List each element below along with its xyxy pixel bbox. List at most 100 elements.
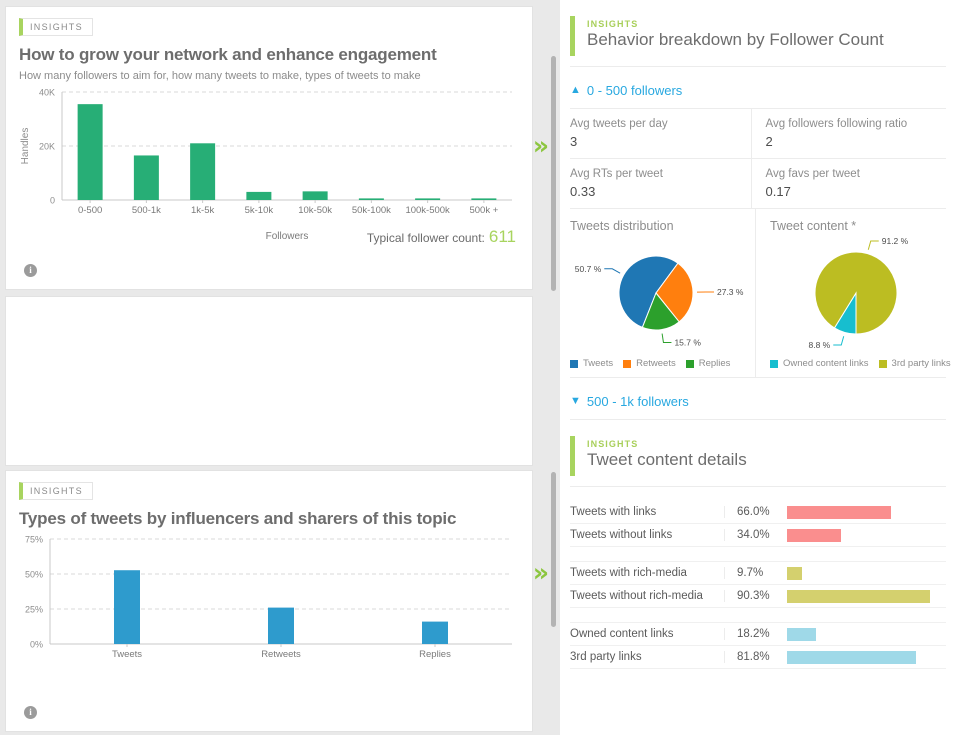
row-bar-fill bbox=[787, 505, 892, 519]
scrollbar-thumb-bottom[interactable] bbox=[551, 472, 556, 627]
pie-legend: Owned content links 3rd party links bbox=[770, 358, 955, 369]
table-row: Tweets with rich-media 9.7% bbox=[570, 562, 946, 585]
typical-follower-count-label: Typical follower count: bbox=[366, 231, 485, 245]
svg-text:Replies: Replies bbox=[419, 649, 451, 660]
legend-item[interactable]: Tweets bbox=[570, 358, 613, 369]
info-icon[interactable]: i bbox=[24, 706, 37, 719]
pie-tweets-distribution: Tweets distribution 50.7 % 27.3 % 15.7 % T… bbox=[570, 209, 755, 377]
table-row: Tweets without rich-media 90.3% bbox=[570, 585, 946, 608]
table-row: Avg tweets per day 3 Avg followers follo… bbox=[570, 109, 946, 159]
legend-label: Tweets bbox=[583, 358, 614, 369]
panel-title: Tweet content details bbox=[587, 450, 747, 469]
svg-text:15.7 %: 15.7 % bbox=[674, 337, 701, 347]
metric-label: Avg RTs per tweet bbox=[570, 168, 663, 180]
panel-header-behavior-breakdown: INSIGHTS Behavior breakdown by Follower … bbox=[570, 16, 946, 56]
insight-card-grow-network[interactable]: INSIGHTS How to grow your network and en… bbox=[5, 6, 533, 290]
svg-text:10k-50k: 10k-50k bbox=[298, 205, 332, 216]
tweet-types-bar-chart: 0% 25% 50% 75% Tweets Retweets Replies bbox=[6, 529, 532, 677]
legend-swatch bbox=[878, 359, 887, 368]
svg-text:50k-100k: 50k-100k bbox=[352, 205, 391, 216]
card-subtitle: How many followers to aim for, how many … bbox=[19, 70, 421, 82]
panel-title: Behavior breakdown by Follower Count bbox=[587, 30, 884, 49]
accordion-500-1k-followers[interactable]: ▼ 500 - 1k followers bbox=[570, 394, 946, 409]
metric-value: 3 bbox=[570, 134, 578, 149]
insight-card-tweet-types[interactable]: INSIGHTS Types of tweets by influencers … bbox=[5, 470, 533, 732]
metric-value: 0.17 bbox=[765, 184, 791, 199]
metric-avg-favs-per-tweet: Avg favs per tweet 0.17 bbox=[750, 159, 947, 208]
row-bar-fill bbox=[787, 627, 816, 641]
row-bar-fill bbox=[787, 528, 841, 542]
legend-label: Replies bbox=[698, 358, 731, 369]
metric-value: 0.33 bbox=[570, 184, 596, 199]
svg-text:20K: 20K bbox=[39, 142, 55, 152]
tweets-distribution-pie-svg: 50.7 % 27.3 % 15.7 % bbox=[575, 255, 744, 347]
typical-follower-count-value: 611 bbox=[488, 227, 516, 246]
legend-item[interactable]: 3rd party links bbox=[878, 358, 951, 369]
pie-title: Tweet content * bbox=[770, 219, 857, 233]
legend-swatch bbox=[570, 359, 578, 368]
legend-label: Owned content links bbox=[783, 358, 869, 369]
row-bar-fill bbox=[787, 650, 917, 664]
divider bbox=[570, 419, 946, 420]
accordion-label: 0 - 500 followers bbox=[586, 83, 683, 98]
svg-text:500-1k: 500-1k bbox=[132, 205, 161, 216]
row-label: Owned content links bbox=[570, 628, 725, 640]
row-percent: 81.8% bbox=[737, 651, 770, 663]
row-bar-track bbox=[787, 562, 946, 585]
table-group-spacer bbox=[570, 547, 946, 562]
card-title: How to grow your network and enhance eng… bbox=[19, 45, 437, 64]
legend-item[interactable]: Replies bbox=[685, 358, 731, 369]
metric-label: Avg favs per tweet bbox=[765, 168, 860, 180]
row-bar-track bbox=[787, 524, 946, 547]
tweet-types-bar-chart-svg: 0% 25% 50% 75% Tweets Retweets Replies bbox=[25, 535, 512, 660]
table-row: Avg RTs per tweet 0.33 Avg favs per twee… bbox=[570, 159, 946, 209]
svg-text:8.8 %: 8.8 % bbox=[809, 340, 831, 350]
metric-value: 2 bbox=[765, 134, 773, 149]
tweet-content-pie-svg: 8.8 % 91.2 % bbox=[809, 236, 909, 350]
legend-label: Retweets bbox=[636, 358, 676, 369]
svg-text:50%: 50% bbox=[25, 570, 43, 580]
svg-text:0: 0 bbox=[50, 196, 55, 206]
pie-legend: Tweets Retweets Replies bbox=[570, 358, 755, 369]
insights-badge: INSIGHTS bbox=[19, 482, 93, 500]
legend-item[interactable]: Retweets bbox=[623, 358, 676, 369]
right-detail-column: INSIGHTS Behavior breakdown by Follower … bbox=[560, 0, 960, 735]
insights-kicker: INSIGHTS bbox=[587, 439, 639, 449]
legend-swatch bbox=[685, 359, 694, 368]
row-label: Tweets with links bbox=[570, 506, 725, 518]
metrics-table: Avg tweets per day 3 Avg followers follo… bbox=[570, 108, 946, 209]
row-label: Tweets with rich-media bbox=[570, 567, 725, 579]
row-label: Tweets without rich-media bbox=[570, 590, 725, 602]
metric-label: Avg tweets per day bbox=[570, 118, 668, 130]
row-bar-track bbox=[787, 623, 946, 646]
accordion-0-500-followers[interactable]: ▲ 0 - 500 followers bbox=[570, 83, 946, 98]
insight-card-placeholder[interactable] bbox=[5, 296, 533, 466]
divider bbox=[570, 486, 946, 487]
table-row: 3rd party links 81.8% bbox=[570, 646, 946, 669]
followers-bar-chart: 0 20K 40K 0-500 500-1k 1k-5k 5k-10k 10k-50k 50k-… bbox=[6, 82, 532, 245]
metric-avg-followers-following-ratio: Avg followers following ratio 2 bbox=[750, 109, 947, 158]
left-insights-column: INSIGHTS How to grow your network and en… bbox=[0, 0, 560, 735]
divider bbox=[570, 66, 946, 67]
info-icon[interactable]: i bbox=[24, 264, 37, 277]
svg-text:Followers: Followers bbox=[266, 231, 309, 242]
legend-item[interactable]: Owned content links bbox=[770, 358, 869, 369]
row-percent: 90.3% bbox=[737, 590, 770, 602]
pie-title: Tweets distribution bbox=[570, 219, 674, 233]
chevron-up-icon: ▲ bbox=[570, 84, 581, 96]
row-percent: 66.0% bbox=[737, 506, 770, 518]
svg-text:75%: 75% bbox=[25, 535, 43, 545]
card-title: Types of tweets by influencers and share… bbox=[19, 509, 457, 528]
accordion-label: 500 - 1k followers bbox=[586, 394, 689, 409]
metric-label: Avg followers following ratio bbox=[765, 118, 908, 130]
insights-badge: INSIGHTS bbox=[19, 18, 93, 36]
pie-tweet-content: Tweet content * 8.8 % 91.2 % Owned conten… bbox=[755, 209, 955, 377]
svg-text:50.7 %: 50.7 % bbox=[575, 264, 602, 274]
svg-text:Handles: Handles bbox=[20, 128, 31, 165]
legend-swatch bbox=[623, 359, 632, 368]
svg-text:100k-500k: 100k-500k bbox=[405, 205, 450, 216]
svg-text:0%: 0% bbox=[30, 640, 43, 650]
svg-text:500k +: 500k + bbox=[469, 205, 498, 216]
scrollbar-thumb-top[interactable] bbox=[551, 56, 556, 291]
followers-bar-chart-svg: 0 20K 40K 0-500 500-1k 1k-5k 5k-10k 10k-50k 50k-… bbox=[20, 88, 512, 242]
